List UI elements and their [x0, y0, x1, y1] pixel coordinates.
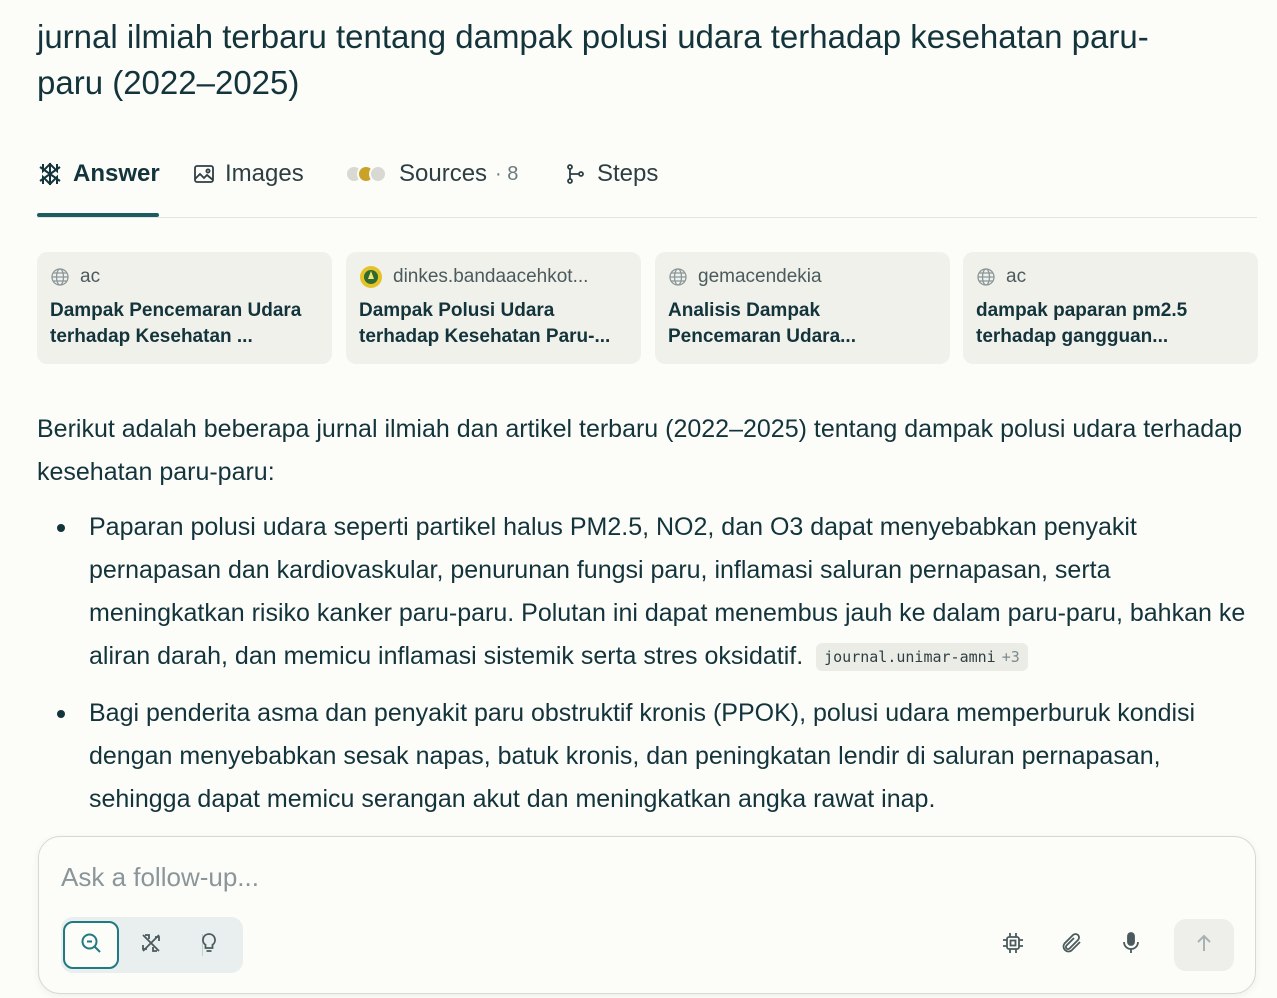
source-cards: ac Dampak Pencemaran Udara terhadap Kese… — [37, 252, 1258, 364]
citation-more: +3 — [1001, 647, 1020, 666]
answer-intro: Berikut adalah beberapa jurnal ilmiah da… — [37, 415, 1242, 486]
paperclip-icon — [1060, 931, 1084, 960]
image-icon — [193, 163, 215, 185]
steps-icon — [565, 163, 587, 185]
bullet-text: Paparan polusi udara seperti partikel ha… — [89, 513, 1246, 670]
query-title: jurnal ilmiah terbaru tentang dampak pol… — [37, 18, 1149, 101]
search-mode-toggle — [61, 917, 243, 973]
submit-button[interactable] — [1174, 919, 1234, 971]
source-title: Dampak Pencemaran Udara terhadap Kesehat… — [50, 300, 302, 347]
citation-label: journal.unimar-amni — [824, 647, 996, 666]
chip-icon — [1001, 931, 1025, 960]
followup-input[interactable] — [61, 857, 1161, 897]
attach-button[interactable] — [1052, 925, 1092, 965]
list-item: Paparan polusi udara seperti partikel ha… — [37, 506, 1247, 678]
source-card[interactable]: ac Dampak Pencemaran Udara terhadap Kese… — [37, 252, 332, 364]
source-card[interactable]: ac dampak paparan pm2.5 terhadap ganggua… — [963, 252, 1258, 364]
tab-steps-label: Steps — [597, 160, 659, 187]
tab-sources[interactable]: Sources · 8 — [345, 156, 518, 192]
source-favicons-icon — [345, 165, 387, 183]
lightbulb-icon — [197, 931, 221, 960]
arrow-up-icon — [1193, 932, 1215, 959]
tab-answer[interactable]: Answer — [37, 156, 160, 192]
source-card[interactable]: gemacendekia Analisis Dampak Pencemaran … — [655, 252, 950, 364]
globe-icon — [668, 267, 688, 287]
answer-list: Paparan polusi udara seperti partikel ha… — [37, 506, 1247, 821]
list-item: Bagi penderita asma dan penyakit paru ob… — [37, 692, 1247, 821]
research-icon — [139, 931, 163, 960]
globe-icon — [976, 267, 996, 287]
sources-count: · 8 — [495, 162, 519, 185]
result-tabs: Answer Images Sources · 8 Steps — [37, 150, 1257, 218]
tab-images-label: Images — [225, 160, 304, 187]
source-domain: ac — [80, 266, 101, 287]
source-title: Analisis Dampak Pencemaran Udara... — [668, 300, 856, 347]
tab-steps[interactable]: Steps — [565, 156, 658, 192]
source-domain: ac — [1006, 266, 1027, 287]
search-mode-button[interactable] — [63, 921, 119, 969]
citation-chip[interactable]: journal.unimar-amni +3 — [816, 643, 1028, 672]
source-card[interactable]: dinkes.bandaacehkot... Dampak Polusi Uda… — [346, 252, 641, 364]
answer-body: Berikut adalah beberapa jurnal ilmiah da… — [37, 408, 1247, 835]
search-icon — [79, 931, 103, 960]
model-select-button[interactable] — [993, 925, 1033, 965]
tab-answer-label: Answer — [73, 160, 160, 187]
tab-sources-label: Sources — [399, 160, 488, 187]
tab-images[interactable]: Images — [193, 156, 304, 192]
answer-icon — [37, 161, 63, 187]
source-title: Dampak Polusi Udara terhadap Kesehatan P… — [359, 300, 611, 347]
voice-button[interactable] — [1111, 925, 1151, 965]
source-title: dampak paparan pm2.5 terhadap gangguan..… — [976, 300, 1188, 347]
bullet-text: Bagi penderita asma dan penyakit paru ob… — [89, 699, 1196, 813]
emblem-icon — [359, 265, 383, 289]
research-mode-button[interactable] — [123, 921, 179, 969]
active-tab-indicator — [37, 213, 159, 217]
labs-mode-button[interactable] — [181, 921, 237, 969]
source-domain: dinkes.bandaacehkot... — [393, 266, 589, 287]
source-domain: gemacendekia — [698, 266, 822, 287]
microphone-icon — [1119, 931, 1143, 960]
globe-icon — [50, 267, 70, 287]
followup-composer — [38, 836, 1256, 994]
